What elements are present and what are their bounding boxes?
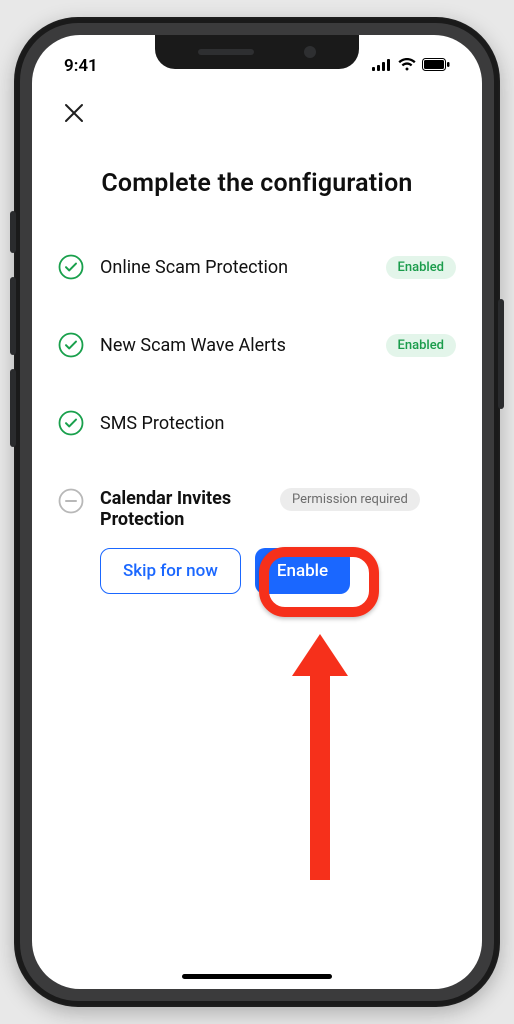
power-button bbox=[498, 299, 504, 409]
status-time: 9:41 bbox=[64, 56, 98, 76]
config-list: Online Scam Protection Enabled New Scam … bbox=[32, 254, 482, 594]
status-badge: Enabled bbox=[386, 334, 457, 357]
cellular-icon bbox=[372, 56, 392, 76]
check-circle-icon bbox=[58, 254, 84, 280]
config-item-calendar: Calendar Invites Protection Permission r… bbox=[58, 488, 456, 594]
wifi-icon bbox=[398, 56, 416, 76]
skip-button[interactable]: Skip for now bbox=[100, 548, 241, 594]
side-button bbox=[10, 211, 16, 253]
enable-button[interactable]: Enable bbox=[255, 548, 350, 594]
config-item-label: Calendar Invites Protection bbox=[100, 488, 270, 530]
phone-frame: 9:41 Complete the configuration bbox=[14, 17, 500, 1007]
config-item-online-scam: Online Scam Protection Enabled bbox=[58, 254, 456, 280]
minus-circle-icon bbox=[58, 488, 84, 514]
config-item-label: Online Scam Protection bbox=[100, 257, 370, 278]
notch bbox=[155, 35, 359, 69]
page-title: Complete the configuration bbox=[32, 169, 482, 198]
battery-icon bbox=[422, 56, 450, 76]
volume-down-button bbox=[10, 369, 16, 447]
config-item-scam-wave: New Scam Wave Alerts Enabled bbox=[58, 332, 456, 358]
volume-up-button bbox=[10, 277, 16, 355]
status-badge: Enabled bbox=[386, 256, 457, 279]
check-circle-icon bbox=[58, 410, 84, 436]
home-indicator[interactable] bbox=[182, 974, 332, 979]
config-item-label: New Scam Wave Alerts bbox=[100, 335, 370, 356]
check-circle-icon bbox=[58, 332, 84, 358]
screen: 9:41 Complete the configuration bbox=[32, 35, 482, 989]
config-item-sms: SMS Protection bbox=[58, 410, 456, 436]
status-badge: Permission required bbox=[280, 488, 420, 511]
close-icon bbox=[63, 102, 85, 124]
config-item-label: SMS Protection bbox=[100, 413, 456, 434]
close-button[interactable] bbox=[58, 97, 90, 129]
